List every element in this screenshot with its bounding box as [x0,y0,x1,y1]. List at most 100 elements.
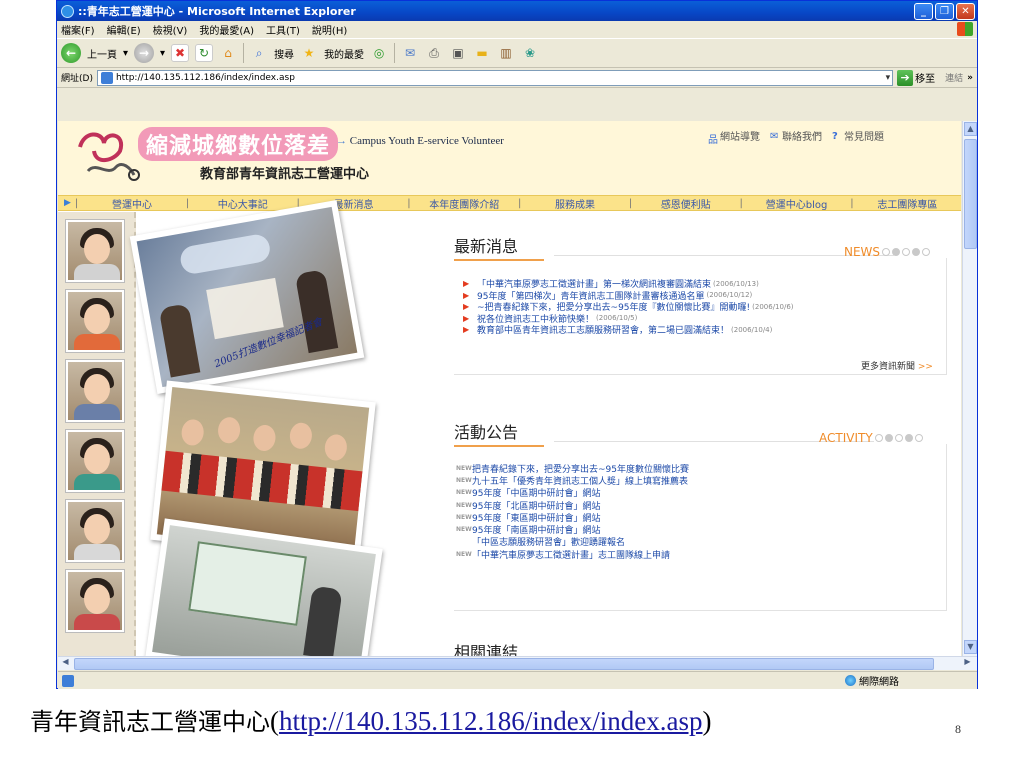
dot-icon [884,434,893,442]
activity-badge: ACTIVITY [819,431,923,445]
dot-icon [892,248,901,256]
portrait-film-strip [58,212,136,656]
minimize-button[interactable]: _ [914,2,933,20]
activity-item[interactable]: NEW 95年度「南區期中研討會」網站 [456,523,689,536]
portrait-photo [66,570,124,632]
new-tag: NEW [456,526,472,534]
folder-icon[interactable]: ▬ [473,44,491,62]
news-badge-label: NEWS [844,245,881,259]
favorites-button[interactable]: 我的最愛 [324,46,364,61]
go-button[interactable]: ➔ 移至 [897,69,935,86]
mail-icon[interactable]: ✉ [401,44,419,62]
address-input[interactable]: http://140.135.112.186/index/index.asp ▾ [96,69,894,86]
activity-item[interactable]: NEW 95年度「中區期中研討會」網站 [456,487,689,499]
nav-item-center[interactable]: 營運中心 [78,196,185,211]
scroll-up-icon[interactable]: ▲ [964,122,977,136]
new-tag: NEW [456,513,472,521]
menu-help[interactable]: 說明(H) [312,22,347,37]
address-dropdown-icon[interactable]: ▾ [886,73,891,83]
question-icon: ? [832,130,838,142]
menu-favorites[interactable]: 我的最愛(A) [199,22,254,37]
zone-label: 網際網路 [859,677,899,688]
back-button[interactable]: 上一頁 [87,46,117,61]
links-chevron-icon[interactable]: » [967,73,973,83]
search-icon[interactable]: ⌕ [250,44,268,62]
horizontal-scroll-thumb[interactable] [74,658,934,670]
site-english-text: Campus Youth E-service Volunteer [349,135,504,147]
menu-file[interactable]: 檔案(F) [61,22,95,37]
press-event-photo: 2005打造數位幸福記者會 [129,199,365,395]
slide-caption-url[interactable]: http://140.135.112.186/index/index.asp [279,706,702,736]
dot-icon [922,248,931,256]
vertical-scrollbar[interactable]: ▲ ▼ [962,121,977,656]
stop-icon[interactable]: ✖ [171,44,190,62]
new-tag: NEW [456,501,472,509]
refresh-icon[interactable]: ↻ [195,44,214,62]
more-news-link[interactable]: 更多資訊新聞 >> [861,359,933,372]
nav-item-teams[interactable]: 本年度團隊介紹 [411,196,518,211]
news-item[interactable]: ▶ 教育部中區青年資訊志工志願服務研習會，第二場已圓滿結束！ (2006/10/4) [463,324,794,336]
slide-caption-text: 青年資訊志工營運中心 [30,708,270,736]
close-button[interactable]: ✕ [956,2,975,20]
dot-icon [894,434,903,442]
dot-icon [912,248,921,256]
search-button[interactable]: 搜尋 [274,46,294,61]
home-icon[interactable]: ⌂ [219,44,237,62]
page-status-icon [62,674,74,687]
nav-item-thanks[interactable]: 感恩便利貼 [632,196,739,211]
messenger-icon[interactable]: ❀ [521,44,539,62]
arrow-icon: → [336,135,347,147]
page-viewport: 縮減城鄉數位落差 → Campus Youth E-service Volunt… [58,121,961,656]
slide-caption: 青年資訊志工營運中心(http://140.135.112.186/index/… [30,702,711,737]
forward-dropdown-icon[interactable]: ▾ [160,48,165,59]
scroll-right-icon[interactable]: ▶ [961,657,974,669]
page-icon [100,71,113,84]
site-english-title: → Campus Youth E-service Volunteer [336,135,504,147]
menu-tools[interactable]: 工具(T) [266,22,300,37]
activity-item[interactable]: NEW 把青春紀錄下來，把愛分享出去~95年度數位關懷比賽 [456,462,689,475]
favorites-star-icon[interactable]: ★ [300,44,318,62]
ie-logo-icon [61,4,74,18]
windows-flag-icon [957,22,973,36]
security-zone: 網際網路 [845,673,899,688]
activity-item[interactable]: NEW 「中華汽車原夢志工徵選計畫」志工團隊線上申請 [456,548,689,561]
horizontal-scrollbar[interactable]: ◀ ▶ [58,656,977,670]
research-icon[interactable]: ▥ [497,44,515,62]
portrait-photo [66,500,124,562]
news-item-date: (2006/10/13) [713,279,759,288]
contact-label: 聯絡我們 [782,132,822,143]
back-dropdown-icon[interactable]: ▾ [123,48,128,59]
nav-item-blog[interactable]: 營運中心blog [743,196,850,211]
activity-item[interactable]: NEW 九十五年「優秀青年資訊志工個人獎」線上填寫推薦表 [456,474,689,487]
bullet-triangle-icon: ▶ [463,313,470,323]
forward-arrow-icon[interactable]: → [134,43,155,63]
close-paren: ) [702,706,712,736]
nav-item-volunteer-teams[interactable]: 志工團隊專區 [854,196,961,211]
news-rule [554,255,894,256]
contact-link[interactable]: ✉ 聯絡我們 [770,128,822,144]
menu-edit[interactable]: 編輯(E) [107,22,141,37]
activity-badge-label: ACTIVITY [819,431,873,445]
sitemap-link[interactable]: 品 網站導覽 [708,128,760,146]
scroll-left-icon[interactable]: ◀ [59,657,72,669]
maximize-button[interactable]: ❐ [935,2,954,20]
activity-item-text: 「中區志願服務研習會」歡迎踴躍報名 [472,538,626,549]
news-item-date: (2006/10/5) [596,314,638,323]
menu-view[interactable]: 檢視(V) [153,22,188,37]
media-icon[interactable]: ◎ [370,44,388,62]
nav-item-milestones[interactable]: 中心大事記 [189,196,296,211]
nav-item-results[interactable]: 服務成果 [521,196,628,211]
dot-icon [914,434,923,442]
print-icon[interactable]: ⎙ [425,44,443,62]
back-arrow-icon[interactable]: ← [61,43,81,63]
site-top-links: 品 網站導覽 ✉ 聯絡我們 ? 常見問題 [708,128,884,146]
edit-icon[interactable]: ▣ [449,44,467,62]
vertical-scroll-thumb[interactable] [964,139,977,249]
scroll-down-icon[interactable]: ▼ [964,640,977,654]
activity-item[interactable]: NEW 95年度「北區期中研討會」網站 [456,499,689,512]
activity-item[interactable]: 「中區志願服務研習會」歡迎踴躍報名 [456,536,689,548]
toolbar: ← 上一頁 ▾ → ▾ ✖ ↻ ⌂ ⌕ 搜尋 ★ 我的最愛 ◎ ✉ ⎙ ▣ ▬ … [57,38,977,68]
links-label[interactable]: 連結 [945,71,963,84]
activity-item[interactable]: NEW 95年度「東區期中研討會」網站 [456,511,689,524]
faq-link[interactable]: ? 常見問題 [832,128,884,144]
